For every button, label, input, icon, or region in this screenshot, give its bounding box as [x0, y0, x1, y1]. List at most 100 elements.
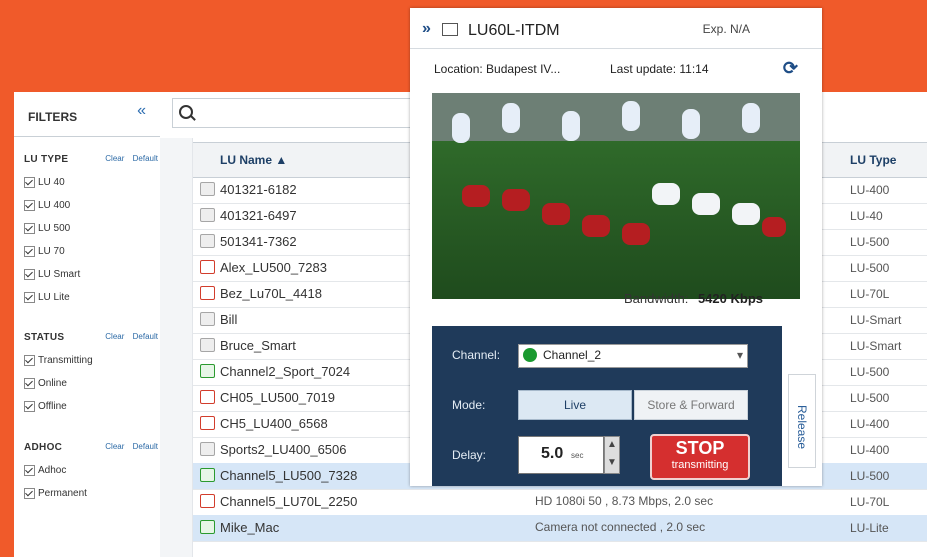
lu-name: Bill: [220, 312, 238, 327]
mode-live-button[interactable]: Live: [518, 390, 632, 420]
delay-label: Delay:: [452, 448, 487, 462]
checkbox-label: Offline: [38, 401, 67, 412]
checkbox-label: LU 40: [38, 177, 65, 188]
lu-name: 401321-6182: [220, 182, 297, 197]
status-group: STATUS Clear Default Transmitting Online…: [24, 332, 160, 418]
lu-type: LU-Lite: [850, 521, 889, 535]
lu-type: LU-400: [850, 443, 890, 457]
table-row[interactable]: 13Channel5_LU70L_2250HD 1080i 50 , 8.73 …: [160, 489, 927, 516]
lu-name: Channel2_Sport_7024: [220, 364, 351, 379]
checkbox[interactable]: [24, 378, 35, 389]
lu-type: LU-Smart: [850, 313, 902, 327]
monitor-icon: [200, 182, 215, 196]
lu-name: Alex_LU500_7283: [220, 260, 327, 275]
popup-header: » LU60L-ITDM Exp. N/A: [410, 8, 822, 49]
collapse-icon[interactable]: «: [137, 102, 146, 120]
filter-lu-400[interactable]: LU 400: [24, 194, 160, 217]
checkbox-label: LU Smart: [38, 269, 81, 280]
checkbox[interactable]: [24, 292, 35, 303]
delay-stepper[interactable]: ▲ ▼: [604, 436, 620, 474]
clear-link[interactable]: Clear: [105, 332, 124, 341]
release-button[interactable]: Release: [788, 374, 816, 468]
filter-lu-70[interactable]: LU 70: [24, 240, 160, 263]
lu-type: LU-40: [850, 209, 883, 223]
lu-type: LU-500: [850, 261, 890, 275]
expand-icon[interactable]: »: [422, 20, 431, 38]
checkbox[interactable]: [24, 246, 35, 257]
check-icon: [200, 364, 215, 378]
filter-adhoc[interactable]: Adhoc: [24, 459, 160, 482]
mode-store-forward-button[interactable]: Store & Forward: [634, 390, 748, 420]
clear-link[interactable]: Clear: [105, 442, 124, 451]
lu-details-popup: » LU60L-ITDM Exp. N/A Location: Budapest…: [410, 8, 822, 486]
delay-unit: sec: [571, 451, 584, 460]
release-label: Release: [795, 405, 809, 450]
bandwidth-label: Bandwidth:: [624, 291, 689, 306]
control-panel: Channel: Channel_2 ▾ Mode: Live Store & …: [432, 326, 782, 486]
lu-type: LU-400: [850, 417, 890, 431]
video-preview: [432, 93, 800, 299]
lu-status: Camera not connected , 2.0 sec: [535, 520, 706, 534]
status-dot: [523, 348, 537, 362]
checkbox[interactable]: [24, 269, 35, 280]
channel-select[interactable]: Channel_2 ▾: [518, 344, 748, 368]
refresh-icon[interactable]: ⟳: [783, 58, 798, 79]
checkbox-label: LU Lite: [38, 292, 70, 303]
table-row[interactable]: 14Mike_MacCamera not connected , 2.0 sec…: [160, 515, 927, 542]
popup-title: LU60L-ITDM: [468, 22, 560, 39]
search-input[interactable]: [172, 98, 424, 128]
filter-transmitting[interactable]: Transmitting: [24, 349, 160, 372]
monitor-icon: [200, 208, 215, 222]
column-lu-name[interactable]: LU Name ▲: [220, 153, 287, 167]
filter-lu-500[interactable]: LU 500: [24, 217, 160, 240]
monitor-icon: [200, 338, 215, 352]
lu-type: LU-70L: [850, 495, 890, 509]
delay-input[interactable]: 5.0 sec: [518, 436, 604, 474]
filter-offline[interactable]: Offline: [24, 395, 160, 418]
checkbox-label: LU 400: [38, 200, 71, 211]
lu-name: Channel5_LU70L_2250: [220, 494, 358, 509]
lu-type: LU-500: [850, 391, 890, 405]
checkbox[interactable]: [24, 465, 35, 476]
default-link[interactable]: Default: [133, 154, 158, 163]
filters-panel: FILTERS « LU TYPE Clear Default LU 40 LU…: [14, 92, 161, 557]
checkbox-label: Adhoc: [38, 465, 67, 476]
lu-type: LU-500: [850, 469, 890, 483]
delay-value: 5.0: [541, 445, 564, 462]
clear-link[interactable]: Clear: [105, 154, 124, 163]
lu-type: LU-Smart: [850, 339, 902, 353]
checkbox[interactable]: [24, 355, 35, 366]
filter-lu-lite[interactable]: LU Lite: [24, 286, 160, 309]
filter-lu-40[interactable]: LU 40: [24, 171, 160, 194]
lu-name: Sports2_LU400_6506: [220, 442, 347, 457]
stepper-down-icon[interactable]: ▼: [607, 457, 617, 468]
checkbox[interactable]: [24, 177, 35, 188]
player: [462, 185, 490, 207]
checkbox[interactable]: [24, 401, 35, 412]
stop-sub-label: transmitting: [671, 459, 729, 471]
checkbox[interactable]: [24, 223, 35, 234]
checkbox[interactable]: [24, 488, 35, 499]
filter-permanent[interactable]: Permanent: [24, 482, 160, 505]
filter-online[interactable]: Online: [24, 372, 160, 395]
row-gutter: [160, 138, 193, 557]
monitor-icon: [200, 390, 215, 404]
player: [542, 203, 570, 225]
stop-transmitting-button[interactable]: STOP transmitting: [650, 434, 750, 480]
search-icon: [179, 105, 193, 119]
checkbox[interactable]: [24, 200, 35, 211]
player: [622, 101, 640, 131]
mode-label: Mode:: [452, 398, 486, 412]
default-link[interactable]: Default: [133, 332, 158, 341]
bandwidth-value: 5420 Kbps: [697, 291, 763, 306]
lu-name: Bez_Lu70L_4418: [220, 286, 322, 301]
filter-lu-smart[interactable]: LU Smart: [24, 263, 160, 286]
lu-type: LU-500: [850, 365, 890, 379]
default-link[interactable]: Default: [133, 442, 158, 451]
lu-status: HD 1080i 50 , 8.73 Mbps, 2.0 sec: [535, 494, 714, 508]
player: [762, 217, 786, 237]
monitor-icon: [200, 442, 215, 456]
lu-type: LU-70L: [850, 287, 890, 301]
stepper-up-icon[interactable]: ▲: [607, 439, 617, 450]
column-lu-type[interactable]: LU Type: [850, 153, 896, 167]
